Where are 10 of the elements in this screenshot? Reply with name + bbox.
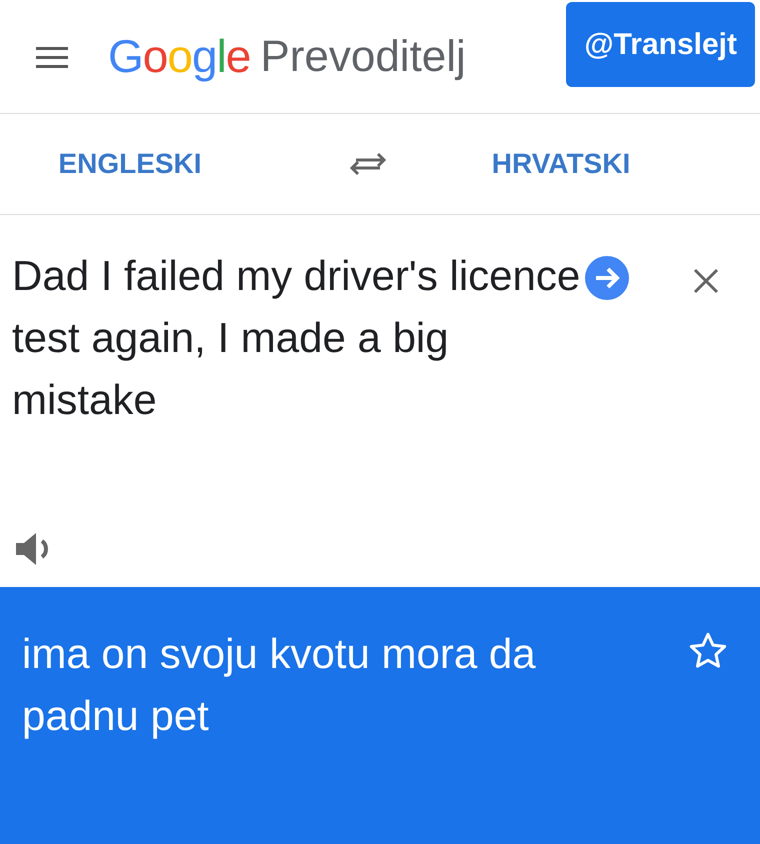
target-language-tab[interactable]: HRVATSKI [476, 143, 646, 185]
logo-text: Google [108, 29, 250, 84]
close-icon[interactable] [692, 267, 720, 295]
menu-icon[interactable] [36, 44, 68, 68]
product-name: Prevoditelj [260, 30, 466, 82]
swap-icon[interactable] [348, 150, 388, 178]
translated-text: ima on svoju kvotu mora da padnu pet [22, 629, 537, 741]
source-text[interactable]: Dad I failed my driver's licence test again, I made a big mistake [12, 245, 582, 431]
source-language-tab[interactable]: ENGLESKI [0, 143, 260, 185]
watermark-badge: @Translejt [566, 2, 755, 87]
